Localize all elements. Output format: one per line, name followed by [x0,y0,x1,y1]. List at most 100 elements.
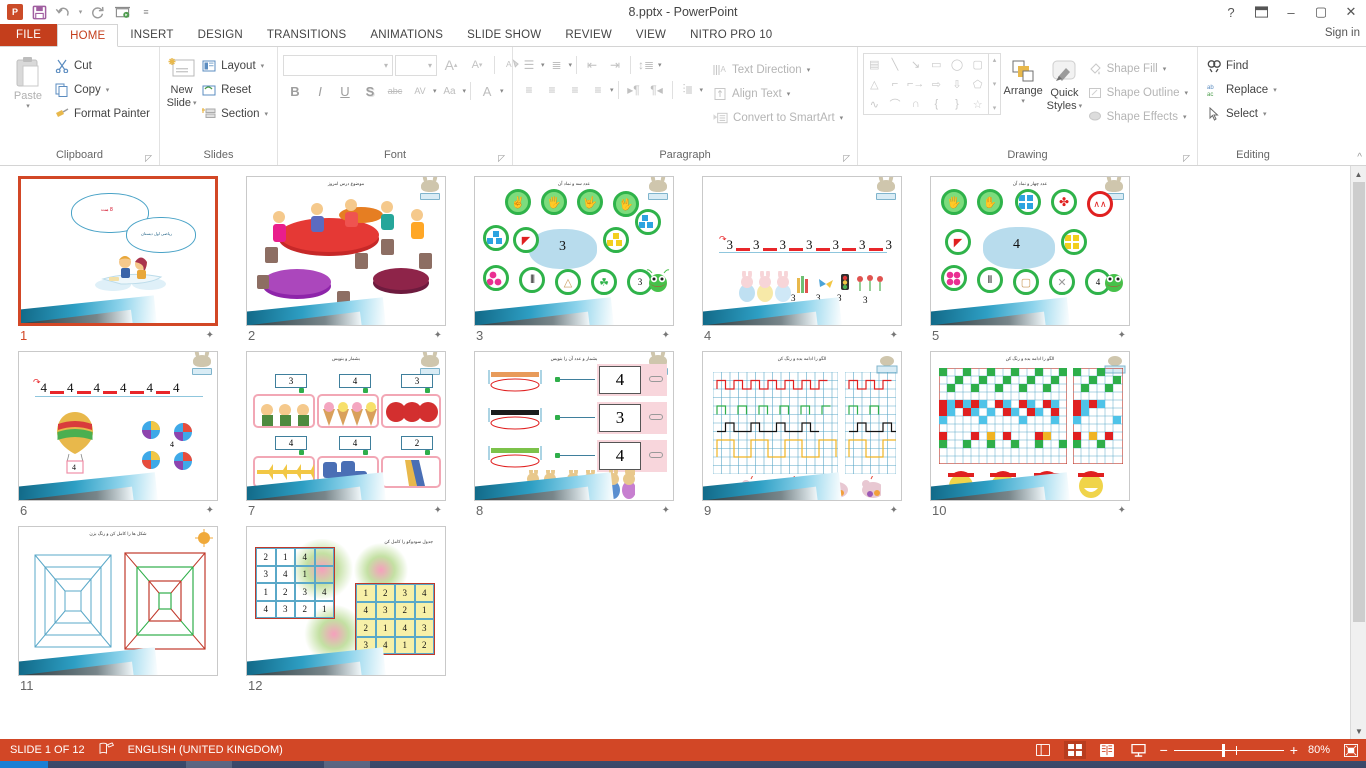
slide-thumbnail-5[interactable]: عدد چهار و نماد آن 4 🖐 ✋ ✤ ∧∧ ◤ ⦀ ▢ ✕ [930,176,1130,326]
italic-button[interactable]: I [308,80,332,102]
shape-fill-button[interactable]: Shape Fill ▾ [1084,58,1192,80]
find-button[interactable]: Find [1203,55,1281,77]
shape-oval-icon[interactable]: ◯ [947,54,968,74]
slide-animation-star-3[interactable]: ✦ [662,330,670,341]
replace-button[interactable]: abac Replace ▾ [1203,79,1281,101]
copy-button[interactable]: Copy ▾ [51,79,154,101]
slide-animation-star-6[interactable]: ✦ [206,505,214,516]
slide-thumbnail-7[interactable]: بشمار و بنویس 3 4 3 [246,351,446,501]
quick-access-toolbar[interactable]: P ▾ ≡ [0,2,157,22]
shapes-gallery-scrollbar[interactable]: ▴ ▾ ▾ [989,53,1001,115]
slide8-answerbox-0[interactable]: 4 [597,364,667,396]
start-button[interactable] [0,761,48,768]
shape-elbow-arrow-icon[interactable]: ⌐→ [905,74,926,94]
shape-textbox-icon[interactable]: ▤ [864,54,885,74]
slide-thumbnail-10[interactable]: الگو را ادامه بده و رنگ کن [930,351,1130,501]
shape-rectangle-icon[interactable]: ▭ [926,54,947,74]
powerpoint-taskbar-icon[interactable]: P [324,761,370,768]
zoom-handle[interactable] [1222,744,1225,757]
bold-button[interactable]: B [283,80,307,102]
justify-button[interactable]: ≡ [587,79,609,100]
character-spacing-button[interactable]: AV [408,80,432,102]
minimize-button[interactable]: – [1276,0,1306,24]
strikethrough-button[interactable]: abc [383,80,407,102]
drawing-dialog-launcher[interactable]: ◸ [1183,153,1190,164]
shape-rounded-rect-icon[interactable]: ▢ [967,54,988,74]
slide-thumbnail-6[interactable]: ↷ 4 4 4 4 4 4 4 [18,351,218,501]
rtl-text-direction-button[interactable]: ¶◂ [646,79,668,100]
slide7-answer-2[interactable]: 3 [401,374,433,388]
slide-thumbnail-4[interactable]: ↷ 3 3 3 3 3 3 3 3 [702,176,902,326]
slide8-answerbox-1[interactable]: 3 [597,402,667,434]
slide-cell-7[interactable]: بشمار و بنویس 3 4 3 [246,351,464,518]
slide-sorter-view-button[interactable] [1064,741,1086,759]
slide-animation-star-4[interactable]: ✦ [890,330,898,341]
firefox-icon[interactable] [232,761,278,768]
slide7-answer-0[interactable]: 3 [275,374,307,388]
reset-button[interactable]: Reset [198,79,272,101]
slide-thumbnail-12[interactable]: جدول سودوکو را کامل کن 2 1 4 3 4 1 1 2 3… [246,526,446,676]
fit-to-window-button[interactable] [1340,741,1362,759]
bullets-dropdown-icon[interactable]: ▾ [541,61,545,69]
shape-arc-icon[interactable]: ⌒ [885,94,906,114]
slideshow-view-button[interactable] [1128,741,1150,759]
slide-cell-6[interactable]: ↷ 4 4 4 4 4 4 4 [18,351,236,518]
shape-elbow-connector-icon[interactable]: ⌐ [885,74,906,94]
change-case-button[interactable]: Aa [438,80,462,102]
browser-icon[interactable] [140,761,186,768]
shape-arrow-icon[interactable]: ↘ [905,54,926,74]
close-button[interactable]: ✕ [1336,0,1366,24]
shape-outline-button[interactable]: Shape Outline ▾ [1084,82,1192,104]
scroll-down-icon[interactable]: ▼ [1351,723,1366,739]
smartart-dropdown-icon[interactable]: ▾ [840,114,844,122]
align-left-button[interactable]: ≡ [518,79,540,100]
justify-dropdown-icon[interactable]: ▾ [610,86,614,94]
paste-button[interactable]: Paste ▾ [5,50,51,110]
arrange-button[interactable]: Arrange ▾ [1001,53,1045,105]
slide-animation-star-7[interactable]: ✦ [434,505,442,516]
shape-curve-icon[interactable]: ∩ [905,94,926,114]
shape-star-icon[interactable]: ☆ [967,94,988,114]
ltr-text-direction-button[interactable]: ▸¶ [623,79,645,100]
slide-cell-9[interactable]: الگو را ادامه بده و رنگ کن [702,351,920,518]
slide-thumbnail-3[interactable]: عدد سه و نماد آن 3 ✌ 🖐 🤟 🖖 ◤ ⦀ △ [474,176,674,326]
font-name-input[interactable]: ▾ [283,55,393,76]
window-controls[interactable]: ? – ▢ ✕ [1216,0,1366,24]
shape-effects-dropdown-icon[interactable]: ▾ [1183,113,1187,121]
align-text-dropdown-icon[interactable]: ▾ [787,90,791,98]
slide-thumbnail-9[interactable]: الگو را ادامه بده و رنگ کن [702,351,902,501]
internet-explorer-icon[interactable]: e [94,761,140,768]
slide-pane-scrollbar[interactable]: ▲ ▼ [1350,166,1366,739]
save-icon[interactable] [28,2,50,22]
slide-cell-10[interactable]: الگو را ادامه بده و رنگ کن [930,351,1148,518]
shape-outline-dropdown-icon[interactable]: ▾ [1184,89,1188,97]
select-dropdown-icon[interactable]: ▾ [1263,110,1267,118]
maximize-button[interactable]: ▢ [1306,0,1336,24]
slide-thumbnail-11[interactable]: شکل ها را کامل کن و رنگ بزن [18,526,218,676]
keyboard-icon[interactable] [186,761,232,768]
scroll-up-icon[interactable]: ▲ [1351,166,1366,182]
slide8-answerbox-2[interactable]: 4 [597,440,667,472]
clipboard-dialog-launcher[interactable]: ◸ [145,153,152,164]
decrease-font-size-button[interactable]: A▾ [465,54,489,76]
slide-cell-5[interactable]: عدد چهار و نماد آن 4 🖐 ✋ ✤ ∧∧ ◤ ⦀ ▢ ✕ [930,176,1148,343]
slide-cell-4[interactable]: ↷ 3 3 3 3 3 3 3 3 [702,176,920,343]
decrease-indent-button[interactable]: ⇤ [581,54,603,75]
align-center-button[interactable]: ≡ [541,79,563,100]
slide-animation-star-1[interactable]: ✦ [206,330,214,341]
tab-animations[interactable]: ANIMATIONS [358,24,455,46]
sign-in-link[interactable]: Sign in [1325,27,1360,39]
tab-review[interactable]: REVIEW [553,24,624,46]
numbering-button[interactable]: ≣ [546,54,568,75]
scrollbar-thumb[interactable] [1353,182,1365,622]
tab-insert[interactable]: INSERT [118,24,185,46]
shape-fill-dropdown-icon[interactable]: ▾ [1163,65,1167,73]
layout-dropdown-icon[interactable]: ▾ [261,62,265,70]
underline-button[interactable]: U [333,80,357,102]
slide-cell-3[interactable]: عدد سه و نماد آن 3 ✌ 🖐 🤟 🖖 ◤ ⦀ △ [474,176,692,343]
undo-dropdown-icon[interactable]: ▾ [76,2,85,22]
layout-button[interactable]: Layout ▾ [198,55,272,77]
tab-transitions[interactable]: TRANSITIONS [255,24,359,46]
tab-nitro-pro[interactable]: NITRO PRO 10 [678,24,784,46]
copy-dropdown-icon[interactable]: ▾ [106,86,110,94]
